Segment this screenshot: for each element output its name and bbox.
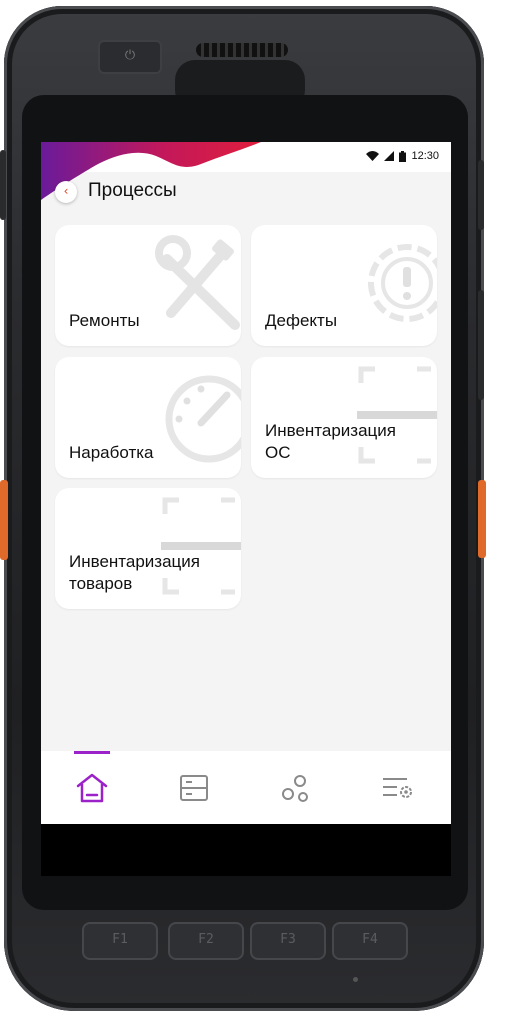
side-button-top[interactable] [478,160,484,230]
f3-key[interactable]: F3 [250,922,326,960]
power-button[interactable]: ⏻ [98,40,162,74]
nav-network[interactable] [245,751,347,824]
gauge-icon [165,375,241,463]
tile-repairs-label: Ремонты [69,311,140,330]
f1-key[interactable]: F1 [82,922,158,960]
wrench-screwdriver-icon [155,235,240,330]
wifi-icon [366,151,380,161]
back-button[interactable]: ‹ [55,181,77,203]
home-icon [76,773,108,802]
tile-repairs[interactable]: Ремонты [55,225,241,346]
f2-key[interactable]: F2 [168,922,244,960]
screen-black-area [41,824,451,876]
nav-documents[interactable] [143,751,245,824]
side-button-left-top[interactable] [0,150,6,220]
status-time: 12:30 [411,150,439,162]
volume-button[interactable] [478,290,484,400]
gear-alert-icon [368,244,437,322]
side-scan-button-left[interactable] [0,480,8,560]
tile-inventory-fixed-assets[interactable]: Инвентаризация ОС [251,357,437,478]
documents-icon [180,774,208,801]
tile-inventory-goods[interactable]: Инвентаризация товаров [55,488,241,609]
tile-inventory-goods-label: Инвентаризация товаров [69,552,200,593]
back-arrow-icon: ‹ [63,184,69,198]
battery-icon [399,150,407,162]
nav-home[interactable] [41,751,143,824]
tile-defects[interactable]: Дефекты [251,225,437,346]
page-title: Процессы [88,180,177,201]
signal-icon [384,151,395,161]
side-scan-button-right[interactable] [478,480,486,558]
app-screen: 12:30 ‹ Процессы Ремонты Дефекты Наработ… [41,142,451,824]
status-icons: 12:30 [366,150,439,162]
tile-inventory-fixed-assets-label: Инвентаризация ОС [265,421,396,462]
earpiece-speaker [196,43,288,57]
f4-key[interactable]: F4 [332,922,408,960]
tile-defects-label: Дефекты [265,311,338,330]
function-keys: F1 F2 F3 F4 [82,922,412,960]
bottom-navigation [41,751,451,824]
tile-operating-time[interactable]: Наработка [55,357,241,478]
tile-operating-time-label: Наработка [69,443,154,462]
nav-active-indicator [74,751,110,754]
microphone-hole [353,977,358,982]
nav-settings[interactable] [347,751,449,824]
settings-list-icon [383,777,412,798]
network-icon [282,774,308,802]
